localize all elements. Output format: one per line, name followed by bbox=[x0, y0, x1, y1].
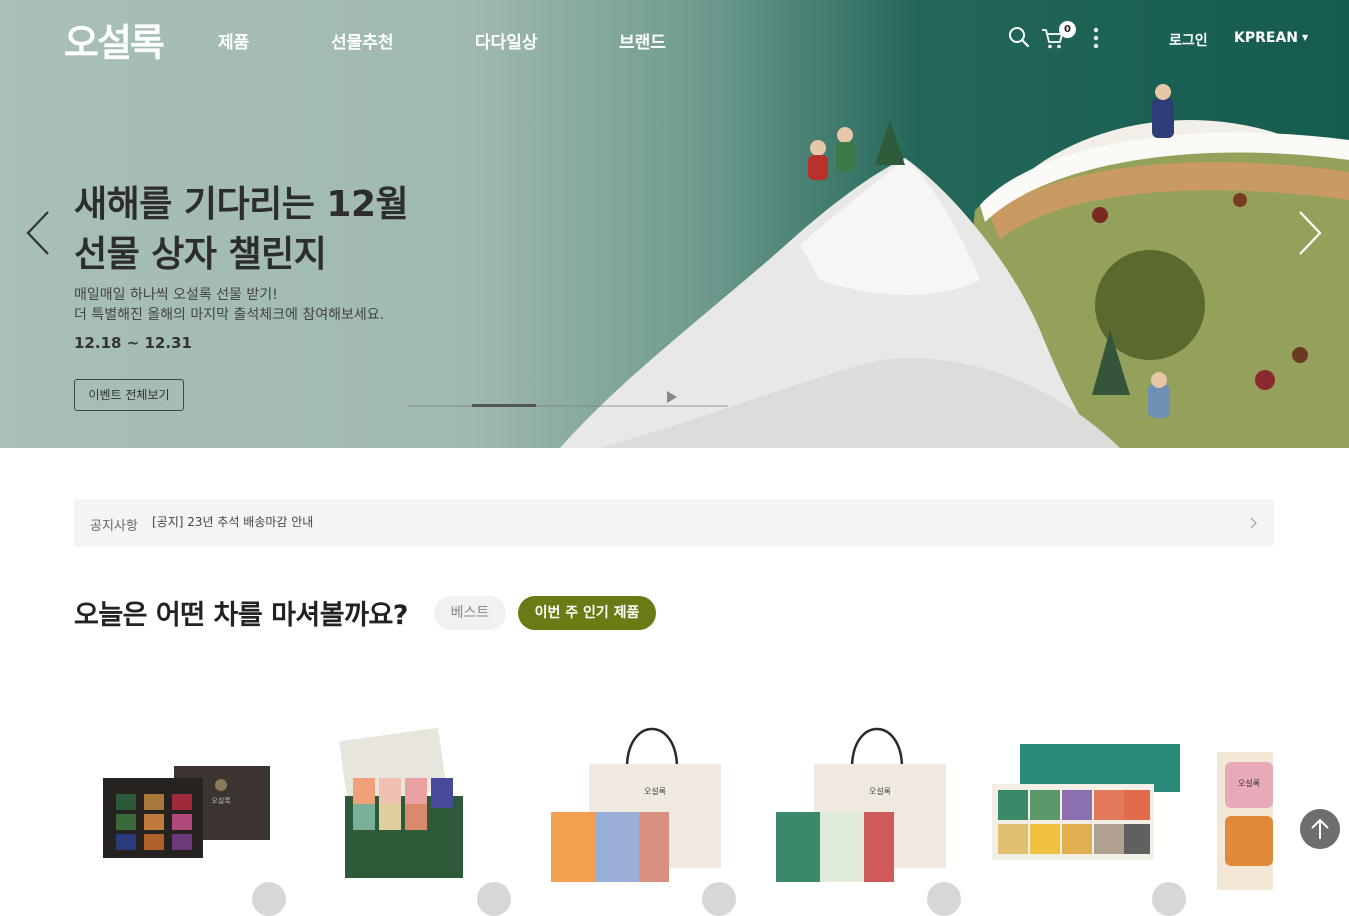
hero-title-line1: 새해를 기다리는 12월 bbox=[74, 184, 409, 225]
pink-tea-tin-box-image[interactable]: 오설록 bbox=[1215, 706, 1275, 890]
cart-count-badge: 0 bbox=[1059, 21, 1076, 38]
add-to-cart-button[interactable] bbox=[1152, 882, 1186, 916]
tin-label: 오설록 bbox=[1238, 778, 1260, 788]
hero-desc-line1: 매일매일 하나씩 오설록 선물 받기! bbox=[74, 287, 278, 303]
login-link[interactable]: 로그인 bbox=[1169, 30, 1208, 50]
hero-title: 새해를 기다리는 12월 선물 상자 챌린지 bbox=[74, 180, 409, 280]
notice-label: 공지사항 bbox=[90, 519, 138, 534]
green-tea-collection-box-image[interactable] bbox=[335, 706, 485, 890]
slide-progress-fill bbox=[472, 404, 536, 407]
language-label: KPREAN bbox=[1234, 30, 1299, 46]
scroll-to-top-button[interactable] bbox=[1300, 809, 1340, 849]
brand-logo[interactable]: 오설록 bbox=[64, 12, 165, 67]
prev-slide-arrow-icon[interactable] bbox=[24, 210, 52, 256]
language-select[interactable]: KPREAN ▼ bbox=[1234, 30, 1308, 46]
hero-desc-line2: 더 특별해진 올해의 마지막 출석체크에 참여해보세요. bbox=[74, 307, 385, 323]
tab-weekly-popular[interactable]: 이번 주 인기 제품 bbox=[518, 596, 656, 630]
more-menu-icon[interactable] bbox=[1092, 27, 1100, 49]
nav-brand[interactable]: 브랜드 bbox=[619, 28, 666, 53]
chevron-right-icon[interactable] bbox=[1250, 517, 1258, 529]
search-icon[interactable] bbox=[1008, 26, 1030, 48]
nav-dada-daily[interactable]: 다다일상 bbox=[475, 28, 538, 53]
notice-text[interactable]: [공지] 23년 추석 배송마감 안내 bbox=[152, 513, 313, 530]
bag-label: 오설록 bbox=[869, 786, 891, 796]
add-to-cart-button[interactable] bbox=[927, 882, 961, 916]
hero-description: 매일매일 하나씩 오설록 선물 받기! 더 특별해진 올해의 마지막 출석체크에… bbox=[74, 285, 384, 325]
green-tea-gift-bag-image[interactable]: 오설록 bbox=[770, 706, 960, 890]
hero-banner: 오설록 제품 선물추천 다다일상 브랜드 0 로그인 KPREAN ▼ 새해를 기… bbox=[0, 0, 1349, 448]
play-icon[interactable] bbox=[667, 391, 677, 403]
slide-progress-bar bbox=[408, 404, 728, 407]
add-to-cart-button[interactable] bbox=[477, 882, 511, 916]
hero-title-line2: 선물 상자 챌린지 bbox=[74, 234, 327, 275]
nav-products[interactable]: 제품 bbox=[218, 28, 249, 53]
bag-label: 오설록 bbox=[644, 786, 666, 796]
teal-tea-assortment-box-image[interactable] bbox=[990, 706, 1180, 890]
view-all-events-button[interactable]: 이벤트 전체보기 bbox=[74, 379, 184, 411]
next-slide-arrow-icon[interactable] bbox=[1296, 210, 1324, 256]
caret-down-icon: ▼ bbox=[1302, 33, 1309, 42]
tab-best[interactable]: 베스트 bbox=[434, 596, 506, 630]
section-title: 오늘은 어떤 차를 마셔볼까요? bbox=[74, 600, 408, 631]
nav-gift-recommend[interactable]: 선물추천 bbox=[331, 28, 394, 53]
notice-bar[interactable]: 공지사항 [공지] 23년 추석 배송마감 안내 bbox=[74, 499, 1274, 547]
dark-tea-gift-box-image[interactable]: 오설록 bbox=[100, 706, 300, 890]
orange-tea-gift-bag-image[interactable]: 오설록 bbox=[545, 706, 735, 890]
add-to-cart-button[interactable] bbox=[702, 882, 736, 916]
hero-date: 12.18 ~ 12.31 bbox=[74, 334, 192, 352]
box-label: 오설록 bbox=[211, 797, 231, 805]
add-to-cart-button[interactable] bbox=[252, 882, 286, 916]
